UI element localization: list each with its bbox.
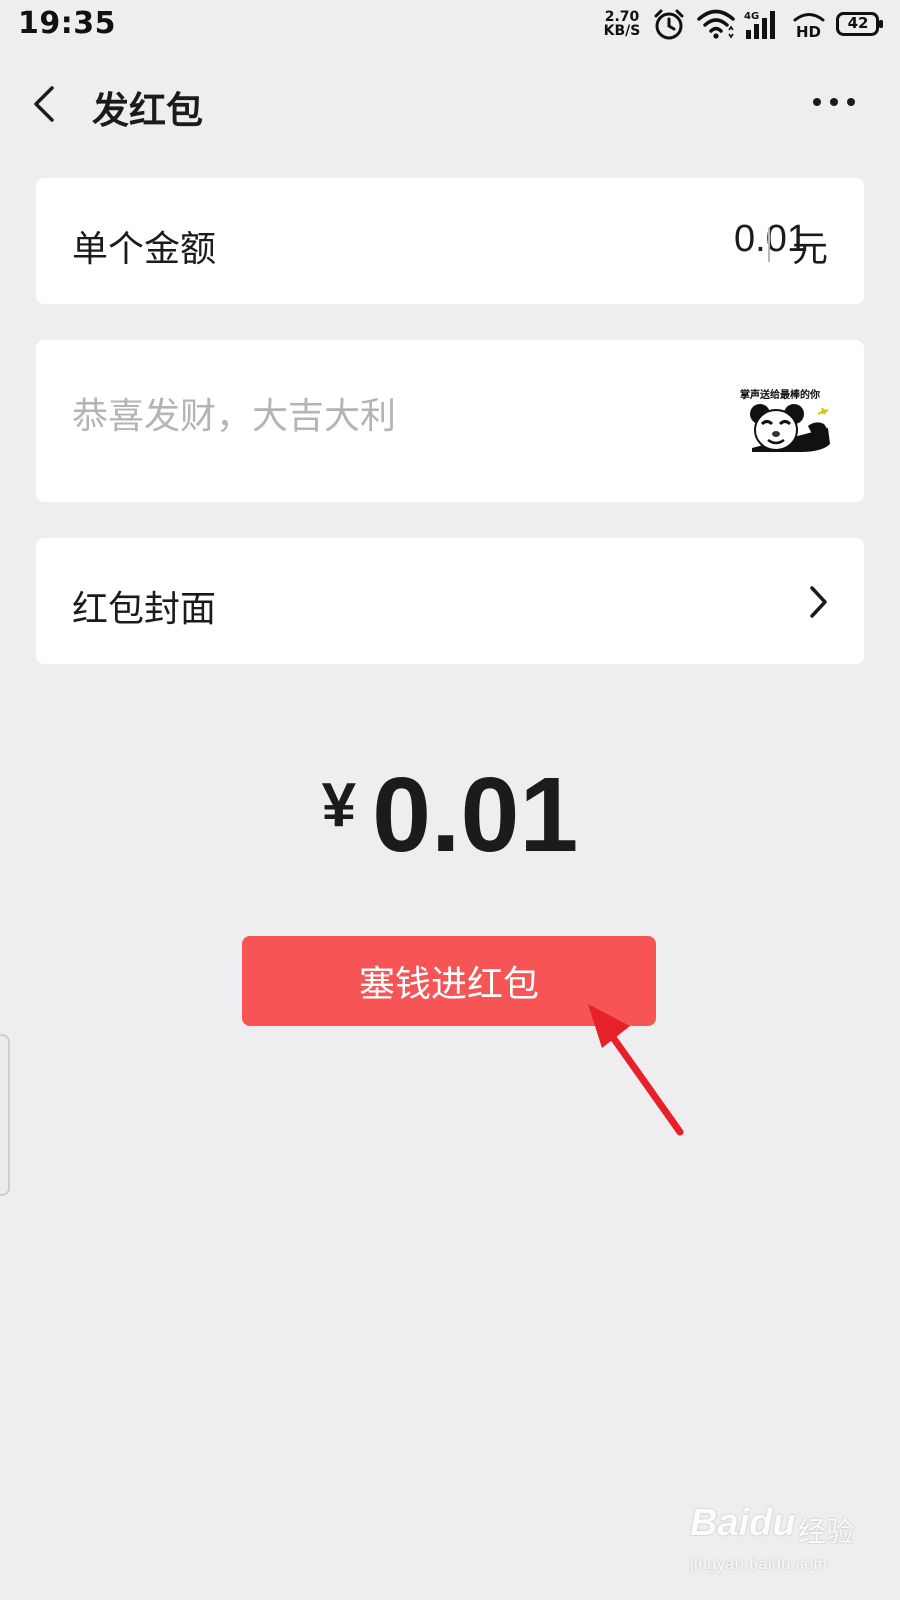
amount-card: 单个金额 元 [36,178,864,304]
red-arrow-annotation [588,1004,684,1136]
more-horizontal-icon[interactable] [812,96,856,108]
alarm-icon [654,9,684,40]
network-speed-value: 2.70 [604,9,640,25]
greeting-input[interactable] [72,396,632,437]
wifi-icon [697,9,735,39]
chevron-right-icon [810,586,827,618]
amount-total-value: 0.01 [372,756,579,874]
battery-level: 42 [847,14,869,32]
baidu-jingyan-watermark: Baidu 经验 jingyan.baidu.com [690,1500,860,1580]
panda-meme-sticker-icon [750,404,830,452]
cover-row[interactable]: 红包封面 [36,538,864,664]
watermark-url: jingyan.baidu.com [690,1556,828,1573]
network-type-label: 4G [744,11,759,22]
amount-total: ¥0.01 [0,762,900,868]
amount-input[interactable] [688,218,808,261]
side-drawer-handle[interactable] [0,1034,10,1196]
signal-icon: 4G [744,11,775,39]
network-speed-unit: KB/S [603,23,641,39]
hd-label: HD [796,23,821,38]
greeting-card: 掌声送给最棒的你 [36,340,864,502]
watermark-product: 经验 [798,1515,855,1548]
chevron-left-icon[interactable] [30,84,60,124]
text-cursor [768,228,770,262]
watermark-brand: Baidu [690,1502,796,1544]
currency-symbol: ¥ [321,771,357,840]
status-time: 19:35 [18,6,116,41]
currency-unit-label: 元 [791,229,828,270]
sticker-button[interactable]: 掌声送给最棒的你 [724,386,836,470]
network-speed: 2.70 KB/S [602,10,642,38]
page-title: 发红包 [92,89,203,132]
amount-label: 单个金额 [72,229,217,270]
cover-label: 红包封面 [72,589,217,630]
status-bar: 19:35 2.70 KB/S 4G HD 42 [0,0,900,50]
hd-icon: HD [793,13,825,38]
